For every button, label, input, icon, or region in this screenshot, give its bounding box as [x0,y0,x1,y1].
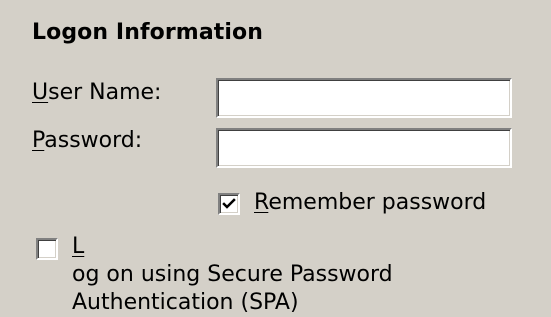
password-label: Password: [32,126,142,156]
password-mnemonic: P [32,128,45,153]
remember-password-checkbox[interactable] [218,193,240,215]
spa-label-suffix: og on using Secure Password [72,262,393,287]
spa-label[interactable]: Log on using Secure Password Authenticat… [72,233,412,317]
remember-password-label-suffix: emember password [268,190,487,215]
logon-information-title: Logon Information [32,20,264,45]
spa-checkbox[interactable] [36,238,58,260]
spa-label-line1: Log on using Secure Password [72,233,412,289]
password-label-suffix: assword: [44,128,143,153]
user-name-mnemonic: U [32,80,49,105]
user-name-input[interactable] [216,78,512,118]
remember-password-label[interactable]: Remember password [254,188,486,218]
user-name-label-suffix: ser Name: [48,80,162,105]
spa-label-line2: Authentication (SPA) [72,290,299,315]
checkmark-icon [222,198,236,209]
remember-password-mnemonic: R [254,190,269,215]
password-input[interactable] [216,128,512,168]
spa-mnemonic: L [72,234,85,259]
logon-information-panel: Logon Information User Name: Password: R… [0,0,551,315]
user-name-label: User Name: [32,78,161,108]
